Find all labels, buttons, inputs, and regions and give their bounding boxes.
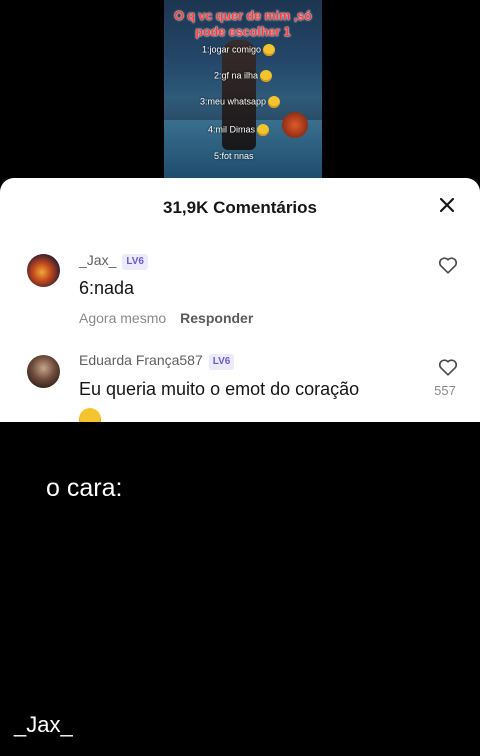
avatar[interactable] (27, 254, 60, 287)
video-option-1: 1:jogar comigo (202, 44, 276, 56)
like-button[interactable] (437, 356, 459, 378)
heart-icon (438, 257, 458, 274)
video-option-5: 5:fot nnas (214, 151, 254, 161)
author-watermark: _Jax_ (14, 712, 73, 737)
video-title: O q vc quer de mim ,só pode escolher 1 (164, 8, 322, 40)
like-count: 557 (434, 383, 456, 398)
reply-button[interactable]: Responder (180, 310, 253, 326)
video-title-line1: O q vc quer de mim ,só (174, 9, 312, 23)
emoji-icon (268, 96, 281, 108)
fire-decoration (282, 112, 308, 138)
comment-username: _Jax_ (79, 252, 117, 268)
video-thumbnail[interactable]: O q vc quer de mim ,só pode escolher 1 1… (164, 0, 322, 178)
level-badge: LV6 (208, 354, 235, 370)
emoji-icon (260, 70, 273, 82)
close-icon (439, 197, 455, 213)
video-title-line2: pode escolher 1 (195, 25, 291, 39)
comment-author[interactable]: _Jax_ LV6 (79, 252, 148, 270)
video-option-4: 4:mil Dimas (208, 124, 270, 136)
comments-count-title: 31,9K Comentários (163, 198, 317, 217)
emoji-icon (257, 124, 270, 136)
avatar[interactable] (27, 355, 60, 388)
like-button[interactable] (437, 254, 459, 276)
emoji-icon (263, 44, 276, 56)
comment-text: Eu queria muito o emot do coração (79, 379, 360, 399)
comment-username: Eduarda França587 (79, 352, 203, 368)
emoji-icon (79, 408, 101, 422)
level-badge: LV6 (122, 254, 148, 270)
video-option-2: 2:gf na ilha (214, 70, 273, 82)
caption-text: o cara: (46, 474, 123, 502)
comment-author[interactable]: Eduarda França587 LV6 (79, 352, 235, 370)
comment-text: 6:nada (79, 278, 135, 298)
comment-time: Agora mesmo (79, 310, 167, 326)
close-button[interactable] (436, 194, 458, 216)
video-option-3: 3:meu whatsapp (200, 96, 281, 108)
comments-sheet: 31,9K Comentários _Jax_ LV6 6:nada Agora … (0, 178, 480, 422)
comment-meta: Agora mesmo Responder (79, 310, 253, 326)
heart-icon (438, 359, 458, 376)
